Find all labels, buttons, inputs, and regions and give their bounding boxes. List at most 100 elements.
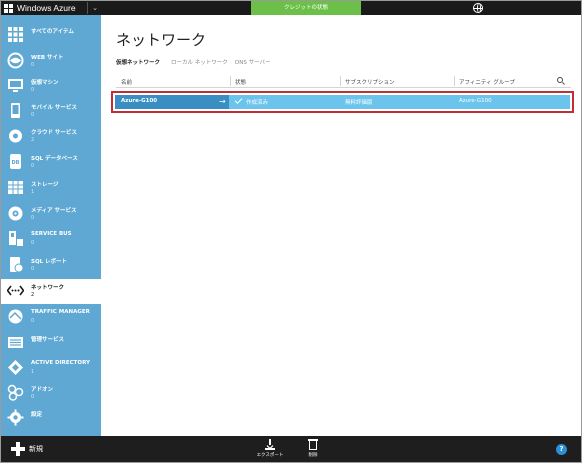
credit-status-button[interactable]: クレジットの状態 xyxy=(251,1,361,15)
sidebar-item-label: 仮想マシン xyxy=(31,80,59,86)
sidebar-item-count: 2 xyxy=(31,292,35,298)
sidebar-item-label: メディア サービス xyxy=(31,208,77,214)
row-name[interactable]: Azure-G100 xyxy=(121,98,157,104)
tab-local-network[interactable]: ローカル ネットワーク xyxy=(171,58,228,66)
export-label: エクスポート xyxy=(256,453,284,458)
column-header-subscription[interactable]: サブスクリプション xyxy=(345,78,395,86)
sidebar-item-web-sites[interactable]: WEB サイト 0 xyxy=(1,49,101,74)
trash-icon xyxy=(308,439,318,450)
export-icon xyxy=(265,439,275,450)
tab-dns-servers[interactable]: DNS サーバー xyxy=(235,58,271,66)
row-status: 作成済み xyxy=(246,100,269,106)
sidebar-item-label: 設定 xyxy=(31,412,43,418)
sidebar-item-mobile-services[interactable]: モバイル サービス 0 xyxy=(1,99,101,124)
sidebar-item-active-directory[interactable]: ACTIVE DIRECTORY 1 xyxy=(1,356,101,381)
sidebar-item-count: 0 xyxy=(31,62,35,68)
sidebar-item-count: 0 xyxy=(31,112,35,118)
sidebar-item-count: 0 xyxy=(31,394,35,400)
header-divider xyxy=(116,87,571,88)
sidebar: すべてのアイテム WEB サイト 0 仮想マシン 0 モバイル サービス 0 ク… xyxy=(1,15,101,436)
sidebar-item-count: 0 xyxy=(31,87,35,93)
top-bar: Windows Azure ⌄ クレジットの状態 xyxy=(1,1,581,15)
plus-icon xyxy=(11,442,25,456)
row-subscription: 無料評価版 xyxy=(345,100,373,106)
tab-virtual-network[interactable]: 仮想ネットワーク xyxy=(116,58,160,66)
sidebar-item-count: 1 xyxy=(31,369,35,375)
add-ons-icon xyxy=(7,384,24,401)
app-title: Windows Azure xyxy=(17,3,76,13)
mobile-icon xyxy=(11,103,20,118)
sidebar-item-label: すべてのアイテム xyxy=(31,29,74,35)
search-icon[interactable] xyxy=(557,77,563,83)
sidebar-item-label: モバイル サービス xyxy=(31,105,77,111)
divider xyxy=(87,2,88,14)
sidebar-item-storage[interactable]: ストレージ 1 xyxy=(1,176,101,201)
table-row[interactable]: Azure-G100 → 作成済み 無料評価版 Azure-G100 xyxy=(115,95,570,109)
gear-icon xyxy=(7,409,24,426)
sidebar-item-service-bus[interactable]: SERVICE BUS 0 xyxy=(1,227,101,252)
column-header-name[interactable]: 名前 xyxy=(121,78,132,86)
arrow-right-icon[interactable]: → xyxy=(219,97,226,107)
monitor-icon xyxy=(8,79,23,92)
sidebar-item-label: SQL データベース xyxy=(31,156,78,162)
sidebar-item-count: 0 xyxy=(31,215,35,221)
sidebar-item-cloud-services[interactable]: クラウド サービス 2 xyxy=(1,124,101,149)
chevron-down-icon[interactable]: ⌄ xyxy=(90,1,100,15)
active-directory-icon xyxy=(8,360,23,375)
sidebar-item-settings[interactable]: 設定 xyxy=(1,406,101,431)
sidebar-item-all-items[interactable]: すべてのアイテム xyxy=(1,23,101,48)
sidebar-item-label: ACTIVE DIRECTORY xyxy=(31,360,91,366)
sidebar-item-networks[interactable]: ネットワーク 2 xyxy=(1,279,101,304)
delete-button[interactable]: 削除 xyxy=(293,439,333,461)
service-bus-icon xyxy=(9,231,23,246)
sidebar-item-traffic-manager[interactable]: TRAFFIC MANAGER 0 xyxy=(1,305,101,330)
database-icon: DB xyxy=(10,154,21,169)
brand[interactable]: Windows Azure xyxy=(4,2,76,14)
sidebar-item-label: 管理サービス xyxy=(31,337,65,343)
globe-icon[interactable] xyxy=(473,3,483,13)
sidebar-item-label: SQL レポート xyxy=(31,259,68,265)
windows-logo-icon xyxy=(4,3,13,13)
report-icon xyxy=(10,257,24,273)
sidebar-item-count: 2 xyxy=(31,137,35,143)
sidebar-item-label: WEB サイト xyxy=(31,55,64,61)
sidebar-item-label: ネットワーク xyxy=(31,285,65,291)
management-icon xyxy=(8,337,23,348)
svg-text:DB: DB xyxy=(12,160,20,166)
sidebar-item-add-ons[interactable]: アドオン 0 xyxy=(1,381,101,406)
column-header-status[interactable]: 状態 xyxy=(235,78,246,86)
web-sites-icon xyxy=(7,52,24,69)
new-button[interactable]: 新規 xyxy=(11,441,43,457)
new-label: 新規 xyxy=(29,445,43,453)
sidebar-item-management-services[interactable]: 管理サービス xyxy=(1,331,101,356)
delete-label: 削除 xyxy=(308,453,318,458)
checkmark-icon xyxy=(234,96,243,104)
name-cell[interactable]: Azure-G100 → xyxy=(115,95,229,109)
sidebar-item-label: アドオン xyxy=(31,387,54,393)
sidebar-item-count: 0 xyxy=(31,318,35,324)
column-header-affinity-group[interactable]: アフィニティ グループ xyxy=(459,78,515,86)
sidebar-item-count: 0 xyxy=(31,240,35,246)
media-icon xyxy=(8,206,23,221)
help-icon[interactable]: ? xyxy=(556,444,567,455)
sidebar-item-sql-reporting[interactable]: SQL レポート 0 xyxy=(1,253,101,278)
export-button[interactable]: エクスポート xyxy=(250,439,290,461)
sidebar-item-label: ストレージ xyxy=(31,182,59,188)
sidebar-item-virtual-machines[interactable]: 仮想マシン 0 xyxy=(1,74,101,99)
cloud-gear-icon xyxy=(9,129,22,143)
traffic-manager-icon xyxy=(8,309,23,324)
sidebar-item-media-services[interactable]: メディア サービス 0 xyxy=(1,202,101,227)
sidebar-item-count: 0 xyxy=(31,266,35,272)
sidebar-item-label: TRAFFIC MANAGER xyxy=(31,309,90,315)
column-divider xyxy=(454,76,455,86)
column-divider xyxy=(230,76,231,86)
network-icon xyxy=(7,285,24,296)
sidebar-item-count: 0 xyxy=(31,163,35,169)
sidebar-item-sql-database[interactable]: DB SQL データベース 0 xyxy=(1,150,101,175)
grid-icon xyxy=(8,27,23,42)
sidebar-item-label: SERVICE BUS xyxy=(31,231,72,237)
sidebar-item-label: クラウド サービス xyxy=(31,130,77,136)
command-bar: 新規 エクスポート 削除 ? xyxy=(1,436,581,462)
column-divider xyxy=(340,76,341,86)
storage-table-icon xyxy=(8,181,23,194)
